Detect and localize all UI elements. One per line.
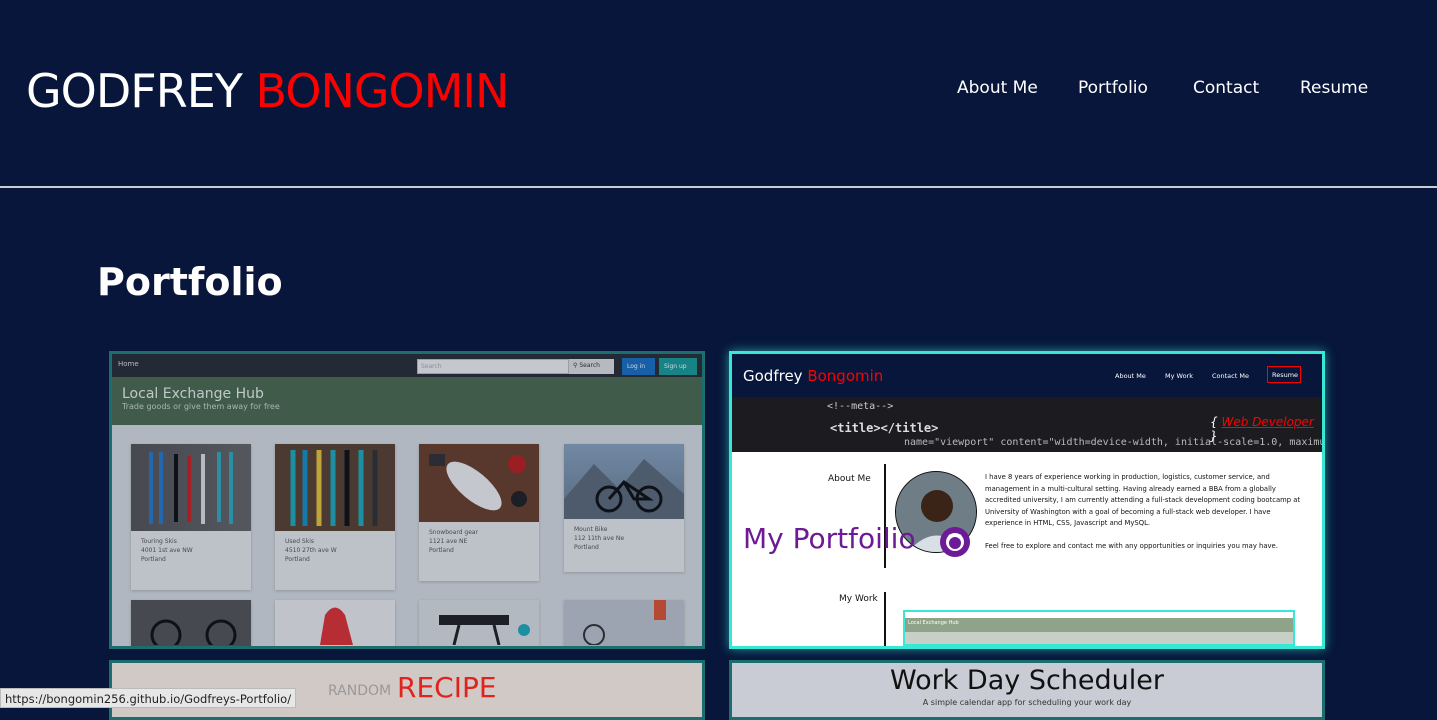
pf-role-tagline: { Web Developer } — [1210, 415, 1322, 443]
pf-nav-about: About Me — [1115, 372, 1146, 380]
pf-code-line: <title></title> — [830, 421, 939, 435]
pf-code-banner: <!--meta--> <title></title> name="viewpo… — [732, 397, 1322, 452]
logo-first-name: GODFREY — [26, 64, 243, 118]
pf-logo-last: Bongomin — [807, 367, 884, 385]
pf-body: About Me I have 8 years of experience wo… — [732, 452, 1322, 646]
pf-role-close: } — [1210, 429, 1218, 443]
status-bar-url: https://bongomin256.github.io/Godfreys-P… — [0, 688, 297, 708]
pf-role-open: { — [1210, 415, 1218, 429]
pf-about-text: I have 8 years of experience working in … — [985, 472, 1305, 552]
pf-overlay-title: My Portfoilio — [743, 522, 916, 555]
nav-portfolio[interactable]: Portfolio — [1078, 78, 1148, 98]
pf-divider — [884, 592, 886, 646]
nav-resume[interactable]: Resume — [1300, 78, 1368, 98]
project-card-my-portfolio[interactable]: Godfrey Bongomin About Me My Work Contac… — [729, 351, 1325, 649]
scheduler-title: Work Day Scheduler — [889, 665, 1165, 696]
pf-resume-button: Resume — [1267, 366, 1301, 383]
recipe-prefix: RANDOM — [328, 683, 392, 699]
site-header: GODFREY BONGOMIN About Me Portfolio Cont… — [0, 0, 1437, 188]
card-dim-overlay — [112, 354, 702, 646]
pf-logo-first: Godfrey — [743, 367, 803, 385]
scheduler-subtitle: A simple calendar app for scheduling you… — [922, 698, 1132, 707]
nav-about-me[interactable]: About Me — [957, 78, 1038, 98]
pf-about-para2: Feel free to explore and contact me with… — [985, 541, 1278, 550]
recipe-title: RECIPE — [397, 671, 497, 704]
pf-about-heading: About Me — [828, 474, 871, 484]
site-logo[interactable]: GODFREY BONGOMIN — [26, 64, 509, 118]
project-card-work-day-scheduler[interactable]: Work Day Scheduler A simple calendar app… — [729, 660, 1325, 720]
pf-work-heading: My Work — [839, 594, 878, 604]
pf-role: Web Developer — [1221, 415, 1314, 429]
logo-last-name: BONGOMIN — [255, 64, 509, 118]
nav-contact[interactable]: Contact — [1193, 78, 1259, 98]
page-title: Portfolio — [97, 260, 283, 304]
pf-work-thumbnail: Local Exchange Hub — [903, 610, 1295, 646]
pf-thumb-title: Local Exchange Hub — [905, 618, 1293, 632]
pf-nav-work: My Work — [1165, 372, 1193, 380]
github-icon[interactable] — [940, 527, 970, 557]
pf-logo: Godfrey Bongomin — [743, 367, 883, 385]
pf-about-para1: I have 8 years of experience working in … — [985, 473, 1301, 527]
pf-navbar: Godfrey Bongomin About Me My Work Contac… — [732, 354, 1322, 397]
pf-code-line: <!--meta--> — [827, 401, 894, 412]
pf-nav-contact: Contact Me — [1212, 372, 1249, 380]
project-card-local-exchange[interactable]: Home Search ⚲ Search Log in Sign up Loca… — [109, 351, 705, 649]
